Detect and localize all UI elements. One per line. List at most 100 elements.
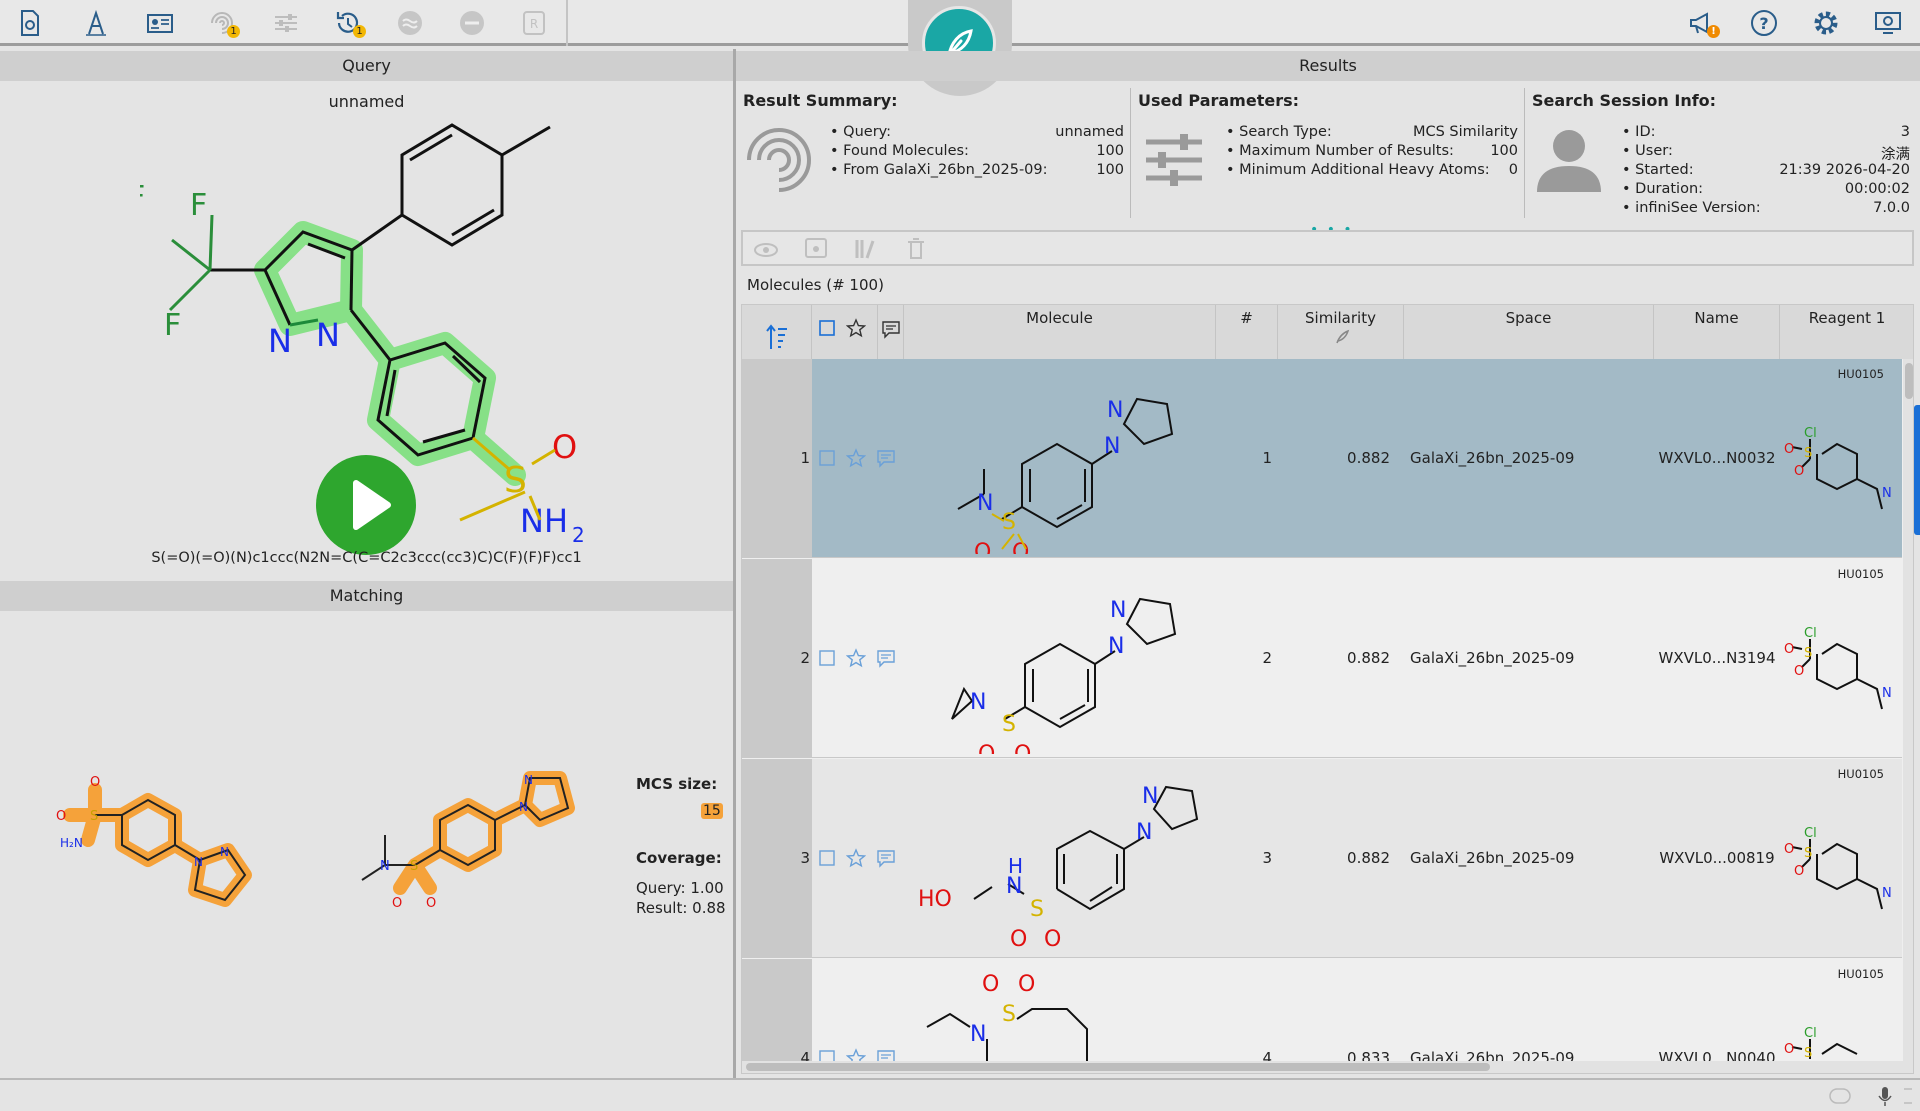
comment-header-icon <box>882 321 900 339</box>
table-row[interactable]: 3 HO H N S O O N N 3 0.882 GalaXi_26bn_2… <box>742 759 1902 958</box>
reagent-icon[interactable]: R <box>516 6 552 40</box>
row-actions <box>818 847 908 871</box>
query-panel-header: Query <box>0 51 733 81</box>
reagent-structure: Cl O O S N <box>1784 426 1892 510</box>
column-header-reagent[interactable]: Reagent 1 <box>1780 305 1913 359</box>
svg-text:O: O <box>552 428 577 466</box>
status-resize-icon[interactable] <box>1900 1085 1918 1107</box>
molecule-structure[interactable]: N S O O N N <box>922 569 1212 754</box>
svg-text:F: F <box>164 308 181 343</box>
svg-text:N: N <box>268 322 292 360</box>
svg-text:O: O <box>56 809 66 824</box>
feather-sort-icon <box>1336 329 1350 344</box>
svg-text:Cl: Cl <box>1804 826 1817 841</box>
reagent-structure: Cl O O S N <box>1784 626 1892 710</box>
query-smiles[interactable]: S(=O)(=O)(N)c1ccc(N2N=C(C=C2c3ccc(cc3)C)… <box>0 550 733 566</box>
reagent-code: HU0105 <box>1837 967 1884 981</box>
svg-text:S: S <box>1804 1046 1812 1061</box>
svg-text:S: S <box>1804 646 1812 661</box>
settings-gear-icon[interactable] <box>1808 6 1844 40</box>
draw-molecule-icon[interactable] <box>78 6 114 40</box>
svg-text:HO: HO <box>918 887 952 912</box>
star-icon[interactable] <box>846 848 866 868</box>
minus-icon[interactable] <box>454 6 490 40</box>
session-user: User:涂满 <box>1622 143 1910 163</box>
column-header-name[interactable]: Name <box>1654 305 1780 359</box>
comment-icon[interactable] <box>876 848 896 868</box>
molecules-count-label: Molecules (# 100) <box>747 276 884 294</box>
vertical-scroll-thumb[interactable] <box>1905 363 1913 399</box>
play-icon <box>353 480 391 530</box>
star-icon[interactable] <box>846 448 866 468</box>
svg-text:O: O <box>1012 540 1029 554</box>
history-icon[interactable]: 1 <box>330 6 366 40</box>
svg-text:S: S <box>90 809 98 824</box>
row-checkbox[interactable] <box>818 649 836 667</box>
status-microphone-icon[interactable] <box>1874 1085 1896 1107</box>
molecule-structure[interactable]: N S O O <box>922 969 1212 1074</box>
coverage-query: Query: 1.00 <box>636 879 724 897</box>
parameters-sliders-icon <box>1146 134 1202 186</box>
table-row[interactable]: 4 N S O O 4 0.833 GalaXi_26bn_2025-09 WX… <box>742 959 1902 1074</box>
rank-cell: 3 <box>1262 849 1272 867</box>
svg-text:Cl: Cl <box>1804 1026 1817 1041</box>
vertical-scrollbar[interactable] <box>1903 359 1913 1073</box>
side-panel-toggle[interactable] <box>1914 405 1920 535</box>
announcement-icon[interactable]: ! <box>1684 6 1720 40</box>
svg-text:O: O <box>982 972 999 997</box>
play-search-button[interactable] <box>316 455 416 555</box>
svg-text:O: O <box>1014 742 1031 754</box>
horizontal-scroll-thumb[interactable] <box>746 1063 1490 1071</box>
comment-header[interactable] <box>878 305 904 359</box>
svg-text:O: O <box>1010 927 1027 952</box>
filter-settings-icon[interactable] <box>268 6 304 40</box>
row-actions-header <box>812 305 878 359</box>
select-all-checkbox[interactable] <box>818 319 836 337</box>
compare-icon[interactable] <box>392 6 428 40</box>
reagent-code: HU0105 <box>1837 567 1884 581</box>
display-settings-icon[interactable] <box>1870 6 1906 40</box>
result-actions-toolbar <box>741 230 1914 266</box>
summary-query: Query:unnamed <box>830 124 1124 144</box>
svg-text:O: O <box>392 896 402 911</box>
column-header-rank[interactable]: # <box>1216 305 1278 359</box>
column-header-molecule[interactable]: Molecule <box>904 305 1216 359</box>
help-icon[interactable]: ? <box>1746 6 1782 40</box>
svg-text:Cl: Cl <box>1804 626 1817 641</box>
molecule-structure[interactable]: N S O O N N <box>922 369 1212 554</box>
svg-text:S: S <box>1002 510 1016 535</box>
svg-text:N: N <box>1110 598 1126 623</box>
name-cell: WXVL0...00819 <box>1659 849 1775 867</box>
star-icon[interactable] <box>846 648 866 668</box>
new-document-icon[interactable] <box>12 6 48 40</box>
horizontal-scrollbar[interactable] <box>742 1061 1903 1073</box>
table-row[interactable]: 2 N S O O N N 2 0.882 GalaXi_26bn_2025-0… <box>742 559 1902 758</box>
svg-text:O: O <box>1794 464 1804 479</box>
svg-text:O: O <box>1044 927 1061 952</box>
galaxy-icon[interactable]: 1 <box>204 6 240 40</box>
svg-text:NH: NH <box>520 502 568 540</box>
svg-text:F: F <box>140 180 145 215</box>
delete-icon[interactable] <box>903 236 929 260</box>
svg-text:?: ? <box>1759 14 1768 33</box>
svg-text:O: O <box>1784 442 1794 457</box>
row-checkbox[interactable] <box>818 449 836 467</box>
library-icon[interactable] <box>853 236 879 260</box>
table-row[interactable]: 1 N S O O N N 1 0.882 GalaXi_26bn_2025-0… <box>742 359 1902 558</box>
star-header-icon[interactable] <box>846 318 866 338</box>
column-header-similarity[interactable]: Similarity <box>1278 305 1404 359</box>
space-cell: GalaXi_26bn_2025-09 <box>1410 449 1575 467</box>
comment-icon[interactable] <box>876 448 896 468</box>
panel-splitter[interactable] <box>733 49 736 1079</box>
reagent-code: HU0105 <box>1837 367 1884 381</box>
view-icon[interactable] <box>753 236 779 260</box>
column-header-space[interactable]: Space <box>1404 305 1654 359</box>
comment-icon[interactable] <box>876 648 896 668</box>
save-icon[interactable] <box>803 236 829 260</box>
molecule-structure[interactable]: HO H N S O O N N <box>912 769 1212 954</box>
row-checkbox[interactable] <box>818 849 836 867</box>
sort-column-header[interactable] <box>742 305 812 359</box>
status-screen-icon[interactable] <box>1828 1086 1852 1106</box>
id-card-icon[interactable] <box>142 6 178 40</box>
svg-text:Cl: Cl <box>1804 426 1817 441</box>
